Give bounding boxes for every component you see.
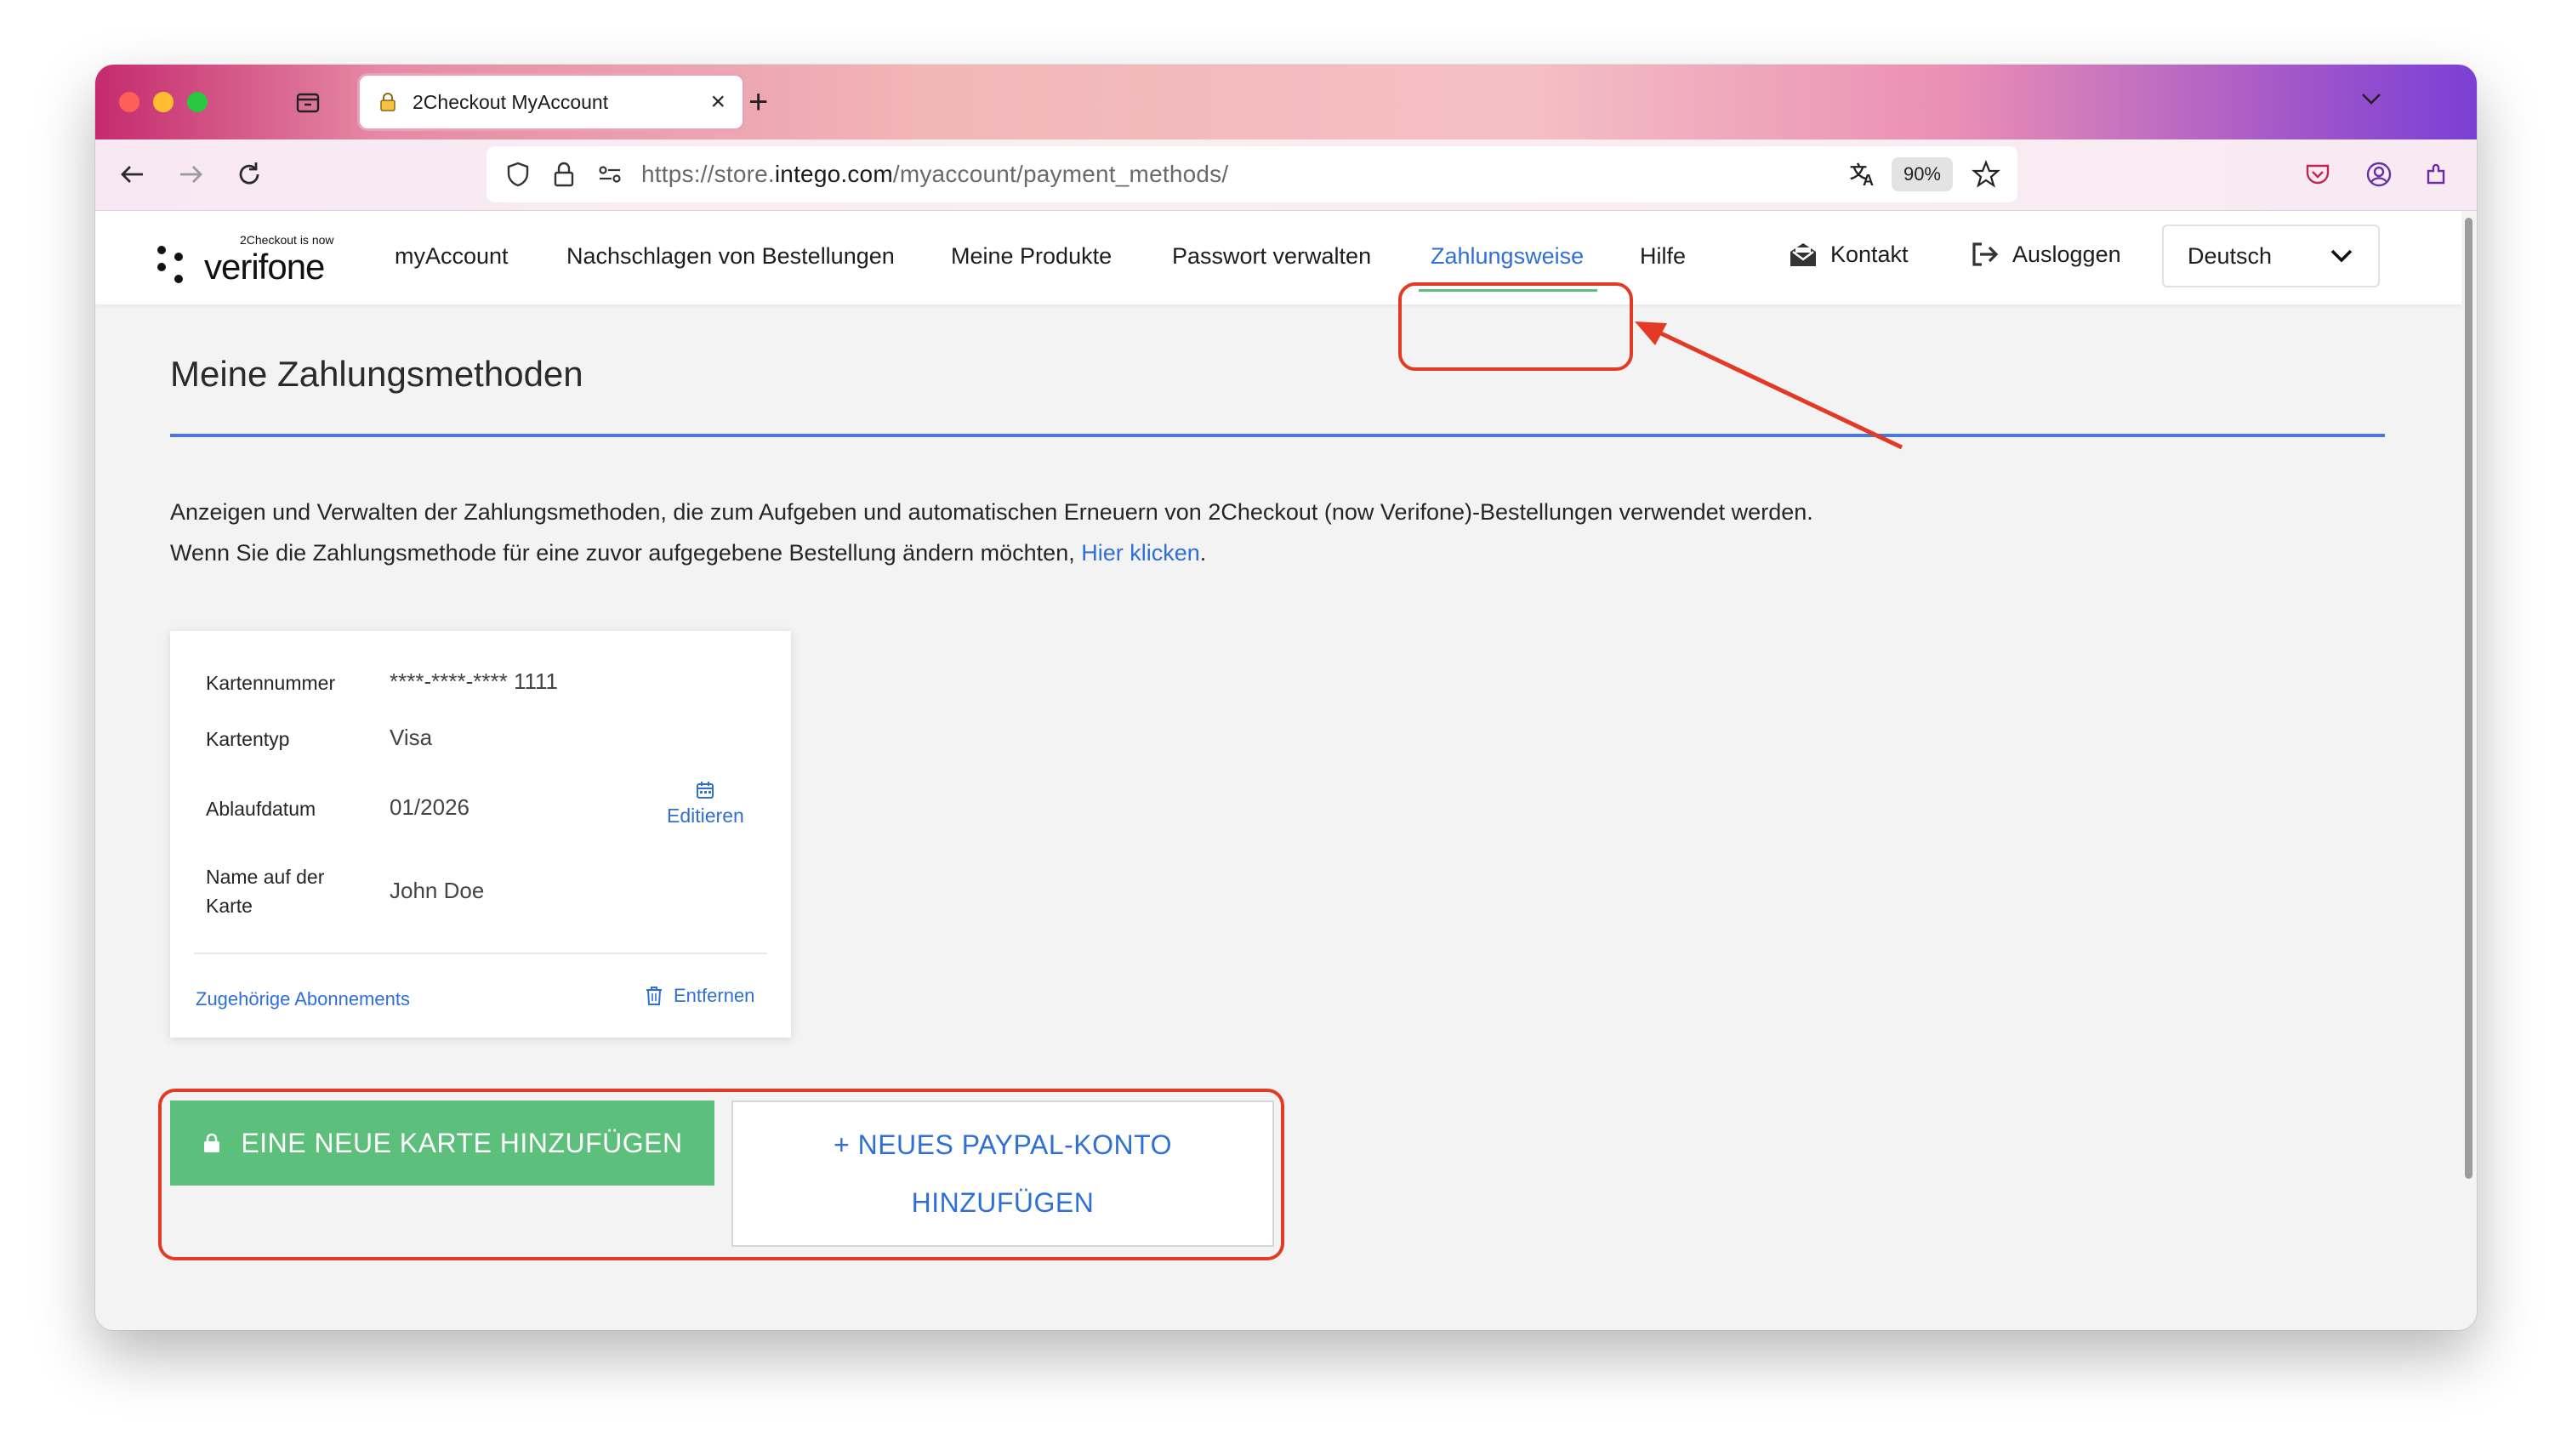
url-bar[interactable]: https://store.intego.com/myaccount/payme… bbox=[487, 146, 2017, 202]
envelope-icon bbox=[1790, 243, 1816, 266]
card-name-label: Name auf der Karte bbox=[206, 866, 325, 917]
title-divider bbox=[170, 434, 2385, 437]
page-title: Meine Zahlungsmethoden bbox=[170, 354, 583, 394]
list-all-tabs-icon[interactable] bbox=[2359, 87, 2383, 113]
remove-card-button[interactable]: Entfernen bbox=[645, 985, 754, 1007]
nav-myaccount[interactable]: myAccount bbox=[395, 243, 509, 270]
card-name-value: John Doe bbox=[390, 878, 485, 903]
contact-link[interactable]: Kontakt bbox=[1788, 240, 1909, 269]
close-window-button[interactable] bbox=[119, 92, 139, 112]
bookmark-star-icon[interactable] bbox=[1972, 160, 2000, 189]
logo-wordmark: verifone bbox=[204, 247, 325, 287]
card-number-value: ****-****-**** 1111 bbox=[390, 668, 559, 694]
annotation-arrow-icon bbox=[1635, 321, 1903, 450]
vertical-scrollbar[interactable] bbox=[2461, 211, 2477, 1330]
pocket-icon[interactable] bbox=[2298, 155, 2337, 194]
description-line-2: Wenn Sie die Zahlungsmethode für eine zu… bbox=[170, 540, 1207, 566]
card-divider bbox=[194, 953, 767, 954]
logo-tagline: 2Checkout is now bbox=[240, 233, 334, 247]
tab-active[interactable]: 2Checkout MyAccount × bbox=[357, 73, 745, 131]
edit-label: Editieren bbox=[667, 805, 744, 827]
url-text[interactable]: https://store.intego.com/myaccount/payme… bbox=[641, 161, 1849, 188]
sign-out-icon bbox=[1972, 242, 1999, 266]
nav-my-products[interactable]: Meine Produkte bbox=[951, 243, 1112, 270]
payment-card: Kartennummer ****-****-**** 1111 Kartent… bbox=[170, 631, 791, 1038]
logout-label: Ausloggen bbox=[2012, 241, 2121, 267]
nav-help[interactable]: Hilfe bbox=[1640, 243, 1686, 270]
zoom-level-badge[interactable]: 90% bbox=[1891, 157, 1953, 191]
translate-icon[interactable]: 文A bbox=[1849, 160, 1878, 189]
tab-title: 2Checkout MyAccount bbox=[413, 90, 609, 113]
calendar-icon bbox=[697, 782, 714, 799]
scrollbar-thumb[interactable] bbox=[2465, 218, 2472, 1179]
remove-label: Entfernen bbox=[674, 985, 755, 1006]
related-subscriptions-link[interactable]: Zugehörige Abonnements bbox=[196, 988, 410, 1010]
language-select[interactable]: Deutsch bbox=[2162, 225, 2380, 287]
new-tab-button[interactable]: + bbox=[748, 85, 768, 119]
svg-text:A: A bbox=[1863, 172, 1874, 188]
nav-order-lookup[interactable]: Nachschlagen von Bestellungen bbox=[566, 243, 895, 270]
reload-icon[interactable] bbox=[230, 155, 269, 194]
forward-arrow-icon[interactable] bbox=[172, 155, 211, 194]
site-permissions-icon[interactable] bbox=[595, 160, 624, 189]
expiry-value: 01/2026 bbox=[390, 794, 469, 820]
tab-overview-icon[interactable] bbox=[294, 88, 322, 116]
site-header: 2Checkout is now verifone myAccount Nach… bbox=[95, 211, 2461, 304]
logout-link[interactable]: Ausloggen bbox=[1970, 240, 2121, 269]
language-value: Deutsch bbox=[2188, 242, 2273, 269]
card-number-label: Kartennummer bbox=[206, 672, 336, 694]
chevron-down-icon bbox=[2330, 249, 2353, 263]
trash-icon bbox=[646, 987, 662, 1005]
browser-window: 2Checkout MyAccount × + https://store.in… bbox=[95, 65, 2477, 1330]
page-content: 2Checkout is now verifone myAccount Nach… bbox=[95, 211, 2461, 1330]
nav-payment-methods[interactable]: Zahlungsweise bbox=[1431, 243, 1584, 270]
tab-bar: 2Checkout MyAccount × + bbox=[95, 65, 2477, 139]
nav-manage-password[interactable]: Passwort verwalten bbox=[1172, 243, 1371, 270]
account-icon[interactable] bbox=[2359, 155, 2398, 194]
contact-label: Kontakt bbox=[1830, 241, 1909, 267]
lock-favicon-icon bbox=[377, 91, 399, 113]
expiry-label: Ablaufdatum bbox=[206, 798, 316, 820]
edit-expiry-button[interactable]: Editieren bbox=[667, 781, 744, 828]
highlight-box-add-buttons bbox=[158, 1089, 1284, 1260]
tab-close-icon[interactable]: × bbox=[710, 89, 726, 115]
navigation-toolbar: https://store.intego.com/myaccount/payme… bbox=[95, 139, 2477, 211]
page-description: Anzeigen und Verwalten der Zahlungsmetho… bbox=[170, 492, 2381, 573]
shield-icon[interactable] bbox=[504, 160, 532, 189]
highlight-box-payment-tab bbox=[1398, 282, 1633, 371]
click-here-link[interactable]: Hier klicken bbox=[1081, 540, 1200, 566]
verifone-logo[interactable]: 2Checkout is now verifone bbox=[155, 230, 350, 287]
extensions-icon[interactable] bbox=[2417, 155, 2456, 194]
zoom-window-button[interactable] bbox=[187, 92, 208, 112]
minimize-window-button[interactable] bbox=[153, 92, 174, 112]
back-arrow-icon[interactable] bbox=[112, 155, 151, 194]
description-line-1: Anzeigen und Verwalten der Zahlungsmetho… bbox=[170, 499, 1813, 525]
lock-icon[interactable] bbox=[549, 160, 578, 189]
card-type-label: Kartentyp bbox=[206, 728, 290, 750]
card-type-value: Visa bbox=[390, 725, 433, 750]
verifone-dots-icon bbox=[157, 246, 183, 283]
